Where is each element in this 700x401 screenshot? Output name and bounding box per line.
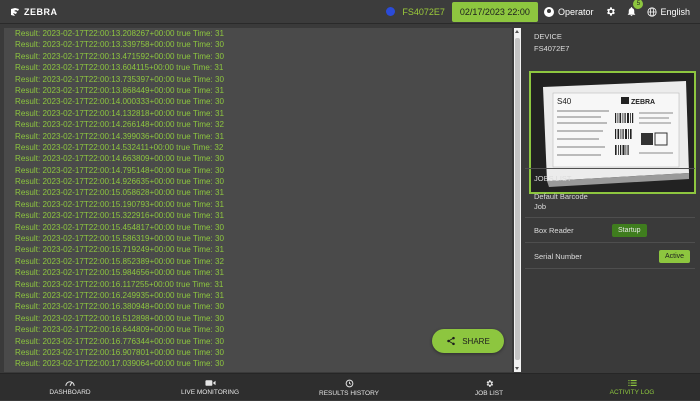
log-line: Result: 2023-02-17T22:00:14.000333+00:00… — [15, 97, 225, 107]
divider — [525, 268, 695, 269]
notifications-button[interactable]: 5 — [626, 0, 644, 17]
device-section-title: DEVICE — [534, 32, 562, 41]
serial-number-status-badge: Active — [659, 250, 691, 263]
log-line: Result: 2023-02-17T22:00:15.190793+00:00… — [15, 199, 225, 209]
tab-job-list-label: JOB LIST — [474, 389, 504, 397]
tab-activity-log[interactable]: ACTIVITY LOG — [604, 374, 660, 401]
log-line: Result: 2023-02-17T22:00:15.058628+00:00… — [15, 188, 225, 198]
list-icon — [627, 380, 637, 386]
header-device-id[interactable]: FS4072E7 — [402, 7, 445, 17]
log-line: Result: 2023-02-17T22:00:15.454817+00:00… — [15, 222, 225, 232]
divider — [525, 217, 695, 218]
log-line: Result: 2023-02-17T22:00:15.322916+00:00… — [15, 211, 225, 221]
zebra-logo-icon — [11, 7, 19, 16]
device-id-label: FS4072E7 — [534, 44, 570, 53]
box-reader-status-badge: Startup — [612, 224, 647, 237]
zebra-logo: ZEBRA — [10, 7, 58, 17]
language-selector[interactable]: English — [647, 7, 690, 17]
activity-log-panel[interactable]: Result: 2023-02-17T22:00:13.208267+00:00… — [4, 28, 512, 372]
log-line: Result: 2023-02-17T22:00:14.926635+00:00… — [15, 177, 225, 187]
bottom-navigation: DASHBOARD LIVE MONITORING RESULTS HISTOR… — [0, 373, 700, 400]
log-line: Result: 2023-02-17T22:00:13.471592+00:00… — [15, 51, 225, 61]
log-line: Result: 2023-02-17T22:00:13.735397+00:00… — [15, 74, 225, 84]
log-line: Result: 2023-02-17T22:00:13.868449+00:00… — [15, 85, 225, 95]
log-line: Result: 2023-02-17T22:00:13.208267+00:00… — [15, 29, 225, 38]
gear-icon — [607, 7, 616, 16]
scroll-down-arrow-icon[interactable] — [515, 367, 519, 370]
scrollbar-thumb[interactable] — [515, 38, 520, 360]
tab-dashboard[interactable]: DASHBOARD — [44, 374, 96, 401]
log-line: Result: 2023-02-17T22:00:16.512898+00:00… — [15, 313, 225, 323]
datetime-button[interactable]: 02/17/2023 22:00 — [451, 1, 538, 22]
globe-icon — [647, 6, 658, 17]
log-line: Result: 2023-02-17T22:00:16.117255+00:00… — [15, 279, 224, 289]
brand-name: ZEBRA — [24, 6, 58, 17]
log-line: Result: 2023-02-17T22:00:15.719249+00:00… — [15, 245, 225, 255]
divider — [525, 242, 695, 243]
scroll-up-arrow-icon[interactable] — [515, 30, 519, 33]
share-button[interactable]: SHARE — [432, 329, 504, 353]
log-line: Result: 2023-02-17T22:00:14.266148+00:00… — [15, 120, 225, 130]
settings-button[interactable] — [605, 6, 616, 17]
language-label: English — [660, 6, 690, 17]
tab-dashboard-label: DASHBOARD — [49, 389, 91, 396]
log-line: Result: 2023-02-17T22:00:17.039064+00:00… — [15, 359, 225, 369]
log-line: Result: 2023-02-17T22:00:14.532411+00:00… — [15, 142, 224, 152]
log-line: Result: 2023-02-17T22:00:16.249935+00:00… — [15, 290, 225, 300]
log-line: Result: 2023-02-17T22:00:14.663809+00:00… — [15, 154, 225, 164]
log-line: Result: 2023-02-17T22:00:15.586319+00:00… — [15, 234, 225, 244]
label-model-text: S40 — [557, 97, 572, 106]
log-line: Result: 2023-02-17T22:00:13.339758+00:00… — [15, 40, 225, 50]
serial-number-label: Serial Number — [534, 252, 582, 261]
user-menu[interactable]: Operator — [543, 6, 594, 17]
history-icon — [345, 379, 353, 387]
log-line: Result: 2023-02-17T22:00:14.795148+00:00… — [15, 165, 225, 175]
log-scrollbar[interactable] — [514, 28, 521, 372]
device-side-panel: DEVICE FS4072E7 S40 ZEBRA JOBS LIST Defa… — [525, 28, 696, 372]
tab-job-list[interactable]: JOB LIST — [470, 374, 508, 401]
log-line: Result: 2023-02-17T22:00:14.399036+00:00… — [15, 131, 225, 141]
box-reader-label: Box Reader — [534, 226, 574, 235]
log-line: Result: 2023-02-17T22:00:13.604115+00:00… — [15, 63, 224, 73]
share-label: SHARE — [462, 336, 490, 346]
tab-results-history-label: RESULTS HISTORY — [319, 389, 379, 397]
device-status-dot — [386, 7, 396, 16]
video-camera-icon — [204, 380, 216, 386]
log-line: Result: 2023-02-17T22:00:15.984656+00:00… — [15, 268, 225, 278]
job-name-line2[interactable]: Job — [534, 202, 546, 211]
jobs-list-title: JOBS LIST — [534, 174, 572, 183]
share-icon — [447, 336, 455, 346]
gear-icon — [486, 379, 493, 387]
log-line: Result: 2023-02-17T22:00:14.132818+00:00… — [15, 108, 225, 118]
job-name-line1[interactable]: Default Barcode — [534, 192, 588, 201]
tab-results-history[interactable]: RESULTS HISTORY — [316, 374, 382, 401]
gauge-icon — [65, 381, 75, 387]
tab-live-monitoring-label: LIVE MONITORING — [180, 389, 240, 396]
tab-activity-log-label: ACTIVITY LOG — [609, 389, 655, 396]
log-line: Result: 2023-02-17T22:00:16.380948+00:00… — [15, 302, 225, 312]
log-line: Result: 2023-02-17T22:00:15.852389+00:00… — [15, 256, 225, 266]
divider — [525, 168, 695, 169]
account-icon — [543, 6, 554, 17]
top-bar: ZEBRA FS4072E7 02/17/2023 22:00 Operator… — [0, 0, 700, 24]
user-name: Operator — [557, 6, 594, 17]
notification-count-badge: 5 — [633, 0, 644, 9]
label-brand-text: ZEBRA — [631, 99, 655, 106]
tab-live-monitoring[interactable]: LIVE MONITORING — [178, 374, 242, 401]
